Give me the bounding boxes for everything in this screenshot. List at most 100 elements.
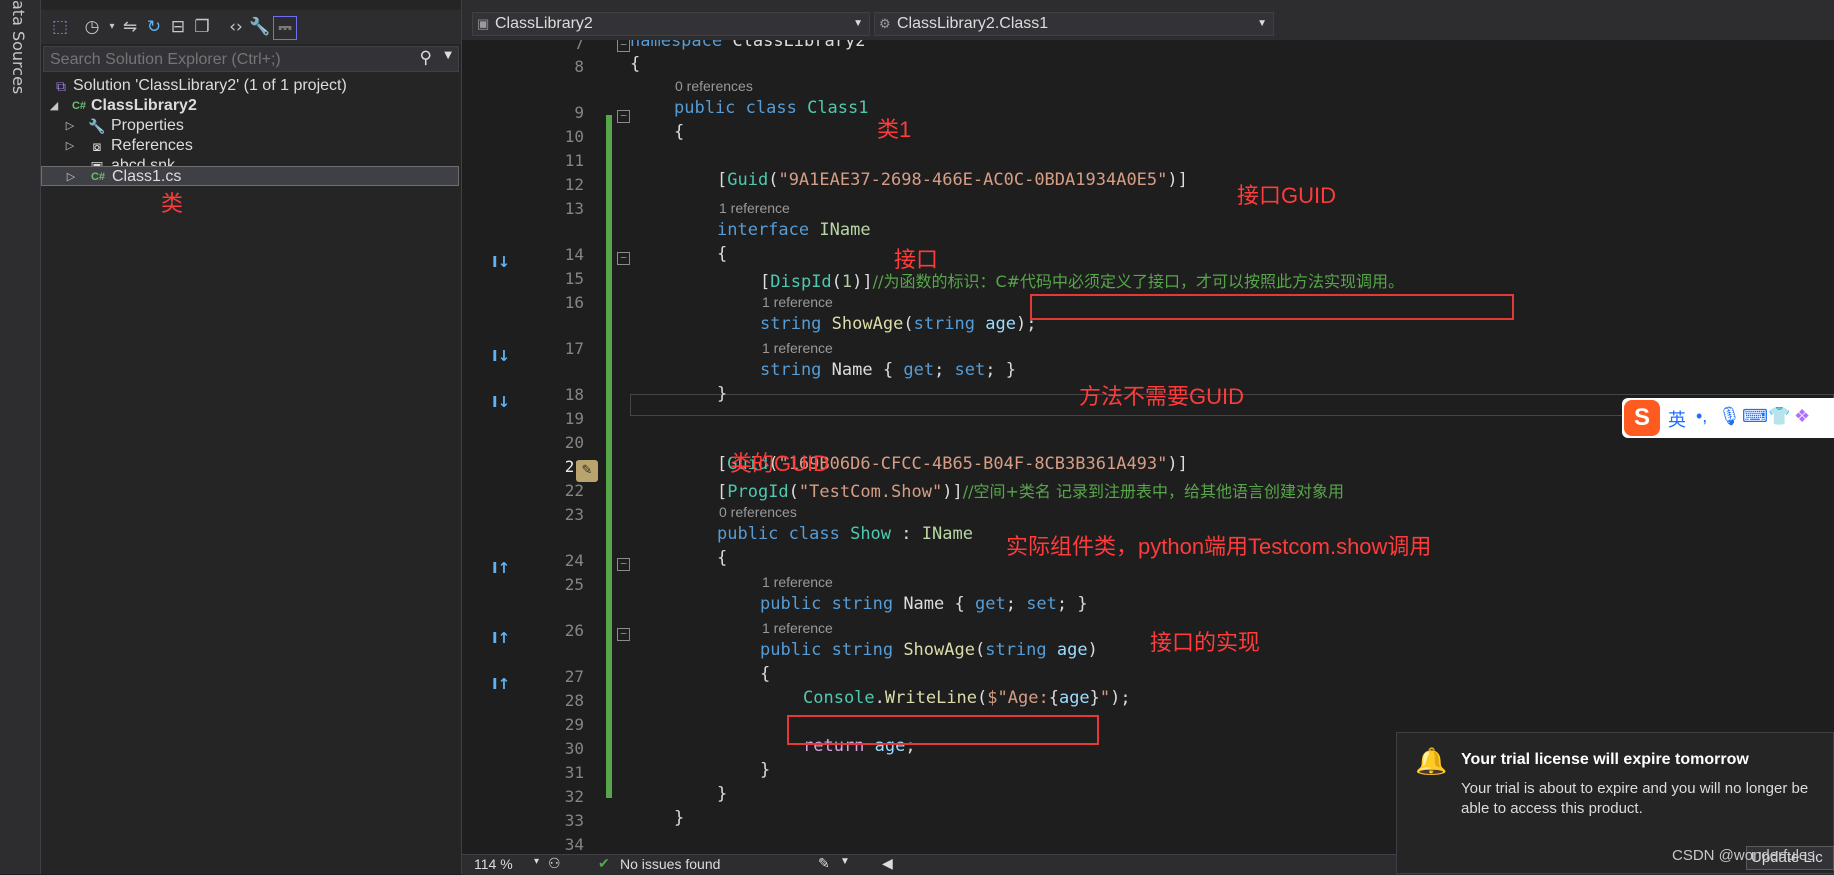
chevron-down-icon: ▼	[1257, 18, 1267, 29]
line-number: 34	[564, 835, 584, 854]
notification-title: Your trial license will expire tomorrow	[1461, 751, 1749, 768]
type-dropdown[interactable]: ⚙ ClassLibrary2.Class1 ▼	[874, 12, 1274, 36]
namespace-name: ClassLibrary2	[732, 40, 866, 51]
scroll-left-icon[interactable]: ◀	[882, 855, 893, 872]
csharp-project-icon: ▣	[477, 16, 490, 31]
fold-collapse-icon[interactable]: −	[617, 628, 630, 641]
fold-collapse-icon[interactable]: −	[617, 110, 630, 123]
line-number: 10	[564, 127, 584, 146]
fold-collapse-icon[interactable]: −	[617, 252, 630, 265]
annotation-method-no-guid: 方法不需要GUID	[1079, 384, 1245, 409]
collapse-all-icon[interactable]: ⊟	[167, 16, 189, 38]
codelens-references[interactable]: 0 references	[719, 504, 797, 520]
fold-collapse-icon[interactable]: −	[617, 558, 630, 571]
zoom-level[interactable]: 114 %	[474, 856, 513, 872]
line-number: 30	[564, 739, 584, 758]
code-line-15: {	[717, 244, 728, 264]
code-line-28: {	[760, 664, 771, 684]
check-circle-icon: ✔	[598, 855, 610, 871]
property-name: Name	[903, 594, 945, 614]
fold-collapse-icon[interactable]: −	[617, 40, 630, 52]
implements-icon[interactable]: I↑	[492, 675, 516, 693]
code-line-8: {	[630, 54, 641, 74]
annotation-interface: 接口	[894, 247, 939, 272]
string-literal: "TestCom.Show"	[798, 482, 943, 502]
line-number: 33	[564, 811, 584, 830]
class-name: Class1	[807, 98, 869, 118]
sync-icon[interactable]: ⇋	[119, 16, 141, 38]
string-literal: "169B06D6-CFCC-4B65-B04F-8CB3B361A493"	[778, 454, 1168, 474]
code-line-33: }	[717, 784, 728, 804]
search-icon[interactable]: ⚲	[420, 48, 432, 68]
codelens-references[interactable]: 0 references	[675, 78, 753, 94]
code-line-32: }	[760, 760, 771, 780]
bell-icon: 🔔	[1415, 747, 1448, 777]
collapsed-arrow-icon[interactable]: ▷	[64, 165, 78, 189]
codelens-references[interactable]: 1 reference	[762, 574, 833, 590]
parameter: age	[1058, 688, 1090, 708]
tree-item-class1-cs[interactable]: ▷ C# Class1.cs	[41, 166, 459, 186]
ime-language-toggle[interactable]: 英	[1668, 406, 1686, 432]
solution-explorer-toolbar: ⬚ ◷ ▾ ⇋ ↻ ⊟ ❐ ‹› 🔧 ⎓	[41, 10, 461, 44]
line-number: 27	[564, 667, 584, 686]
ime-toolbar[interactable]: S 英 •, 🎙 ⌨ 👕 ❖	[1622, 398, 1834, 438]
search-input[interactable]	[48, 48, 412, 72]
implemented-by-icon[interactable]: I↓	[492, 393, 516, 411]
class-name: Console	[803, 688, 875, 708]
highlight-box-comment	[1030, 294, 1514, 320]
annotation-class1: 类1	[877, 117, 912, 142]
data-sources-strip: ata Sources	[0, 0, 41, 874]
chevron-down-icon[interactable]: ▼	[840, 856, 850, 867]
code-line-16: [DispId(1)]//为函数的标识：C#代码中必须定义了接口，才可以按照此方…	[760, 272, 1405, 292]
properties-wrench-icon[interactable]: 🔧	[249, 16, 271, 38]
quick-actions-lightbulb-icon[interactable]: ✎	[576, 460, 598, 482]
watermark: CSDN @wonderfules	[1672, 847, 1815, 864]
search-options-dropdown-icon[interactable]: ▼	[444, 50, 452, 61]
code-line-7: namespace ClassLibrary2	[630, 40, 865, 51]
implemented-by-icon[interactable]: I↓	[492, 347, 516, 365]
notification-message: Your trial is about to expire and you wi…	[1461, 780, 1809, 817]
vs-switch-view-icon[interactable]: ⬚	[49, 16, 71, 38]
implements-icon[interactable]: I↑	[492, 559, 516, 577]
keyword: public class	[717, 524, 840, 544]
line-number: 18	[564, 385, 584, 404]
microphone-icon[interactable]: 🎙	[1718, 406, 1741, 427]
toolbox-icon[interactable]: ❖	[1794, 406, 1810, 427]
implemented-by-icon[interactable]: I↓	[492, 253, 516, 271]
line-number: 23	[564, 505, 584, 524]
keyword: set	[954, 360, 986, 380]
sogou-logo[interactable]: S	[1624, 400, 1660, 436]
codelens-references[interactable]: 1 reference	[719, 200, 790, 216]
line-number: 7	[574, 40, 584, 53]
intellicode-icon[interactable]: ⚇	[548, 855, 561, 872]
code-cleanup-brush-icon[interactable]: ✎	[818, 855, 830, 872]
punctuation-icon[interactable]: •,	[1696, 406, 1707, 427]
history-icon[interactable]: ◷	[81, 16, 103, 38]
keyword: string	[760, 314, 822, 334]
codelens-references[interactable]: 1 reference	[762, 294, 833, 310]
keyword: public string	[760, 640, 894, 660]
show-all-files-icon[interactable]: ❐	[191, 16, 213, 38]
line-number: 15	[564, 269, 584, 288]
line-number: 28	[564, 691, 584, 710]
project-dropdown[interactable]: ▣ ClassLibrary2 ▼	[472, 12, 870, 36]
codelens-references[interactable]: 1 reference	[762, 620, 833, 636]
view-code-icon[interactable]: ‹›	[225, 16, 247, 38]
keyword: string	[760, 360, 822, 380]
annotation-interface-impl: 接口的实现	[1150, 630, 1261, 655]
issues-status[interactable]: No issues found	[620, 856, 720, 872]
implements-icon[interactable]: I↑	[492, 629, 516, 647]
skin-shirt-icon[interactable]: 👕	[1768, 406, 1790, 427]
parameter: age	[985, 314, 1016, 334]
keyword: string	[985, 640, 1047, 660]
preview-selected-icon[interactable]: ⎓	[273, 16, 297, 40]
data-sources-tab[interactable]: ata Sources	[9, 0, 28, 94]
keyboard-icon[interactable]: ⌨	[1742, 406, 1768, 427]
line-number: 32	[564, 787, 584, 806]
solution-explorer-search[interactable]: ⚲ ▼	[43, 46, 459, 72]
refresh-icon[interactable]: ↻	[143, 16, 165, 38]
annotation-class-guid: 类的GUID	[730, 451, 830, 476]
codelens-references[interactable]: 1 reference	[762, 340, 833, 356]
code-line-10: {	[674, 122, 685, 142]
zoom-dropdown-icon[interactable]: ▾	[534, 856, 539, 867]
